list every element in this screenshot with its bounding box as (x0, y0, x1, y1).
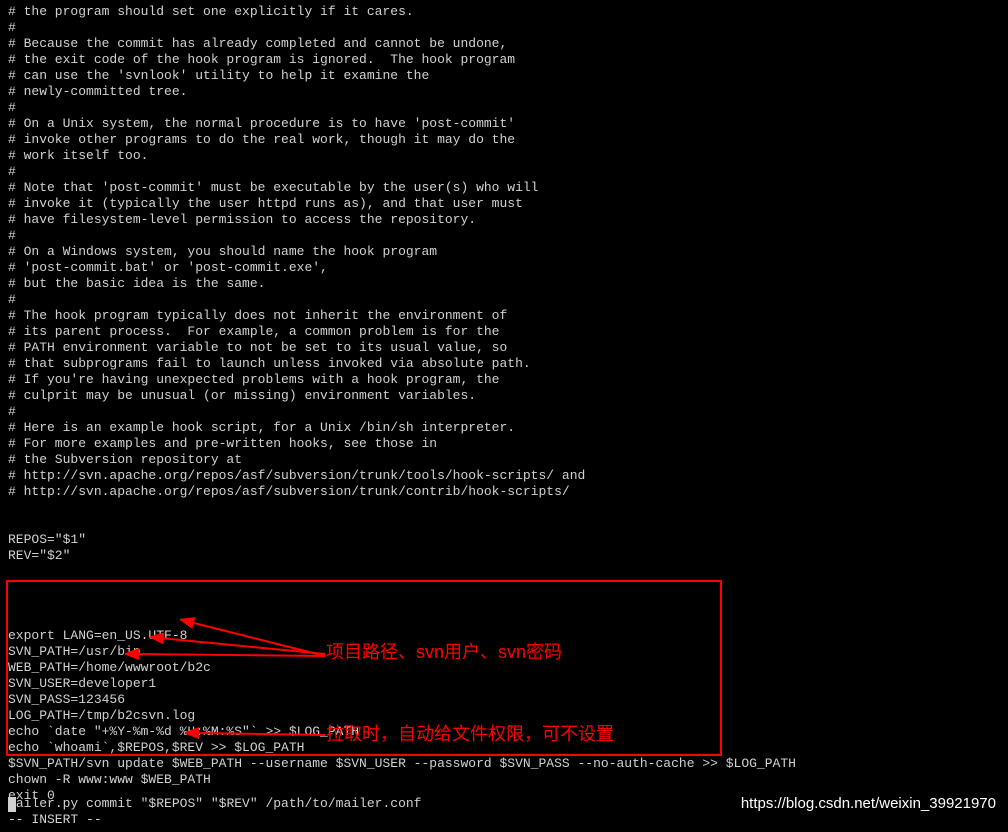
mailer-line: ailer.py commit "$REPOS" "$REV" /path/to… (8, 796, 421, 812)
terminal-content: # the program should set one explicitly … (0, 0, 1008, 808)
vim-mode-indicator: -- INSERT -- (8, 812, 102, 828)
watermark: https://blog.csdn.net/weixin_39921970 (741, 796, 996, 812)
